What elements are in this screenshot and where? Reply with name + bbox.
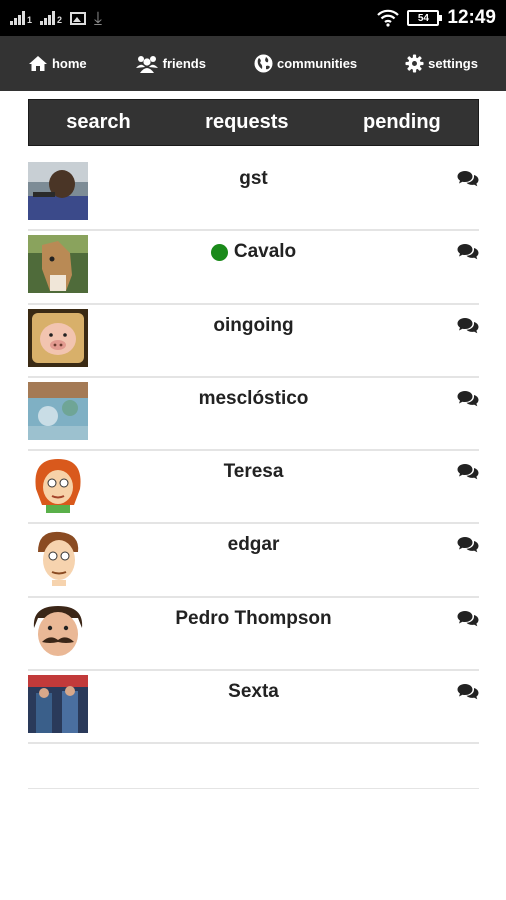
contact-name: Sexta (228, 681, 279, 703)
home-icon (28, 56, 47, 71)
nav-communities[interactable]: communities (254, 54, 357, 73)
list-item[interactable]: Pedro Thompson (28, 598, 479, 672)
battery-icon: 54 (407, 10, 443, 26)
download-icon: ⤓ (94, 8, 102, 28)
nav-home-label: home (51, 56, 87, 71)
chat-icon[interactable] (457, 390, 479, 407)
list-item[interactable]: Cavalo (28, 231, 479, 305)
list-item[interactable]: edgar (28, 524, 479, 598)
signal-label-2: 2 (57, 15, 63, 25)
contact-name: Pedro Thompson (175, 607, 332, 629)
nav-friends[interactable]: friends (135, 54, 206, 74)
chat-icon[interactable] (457, 463, 479, 480)
tab-requests[interactable]: requests (205, 111, 288, 134)
gear-icon (405, 54, 424, 73)
contact-name: edgar (227, 534, 280, 556)
list-item[interactable]: Sexta (28, 671, 479, 745)
nav-friends-label: friends (162, 56, 206, 71)
signal-label-1: 1 (27, 15, 33, 25)
friends-tabs: search requests pending (28, 99, 479, 146)
list-item[interactable]: Teresa (28, 451, 479, 525)
wifi-icon (377, 9, 400, 27)
chat-icon[interactable] (457, 610, 479, 627)
tab-search[interactable]: search (66, 111, 131, 134)
list-item[interactable]: mesclóstico (28, 378, 479, 452)
nav-settings[interactable]: settings (405, 54, 478, 73)
contact-name: oingoing (213, 314, 294, 336)
tab-pending[interactable]: pending (363, 111, 441, 134)
nav-communities-label: communities (276, 56, 358, 71)
chat-icon[interactable] (457, 683, 479, 700)
chat-icon[interactable] (457, 243, 479, 260)
online-status-icon (210, 243, 228, 261)
chat-icon[interactable] (457, 170, 479, 187)
globe-icon (254, 54, 273, 73)
image-notification-icon (70, 11, 87, 25)
contact-name: gst (239, 168, 268, 189)
friends-icon (135, 55, 158, 73)
contact-name: Teresa (223, 461, 284, 483)
friends-list: gst Cavalo oingoing mesclóstico Teresa e… (28, 158, 479, 745)
clock: 12:49 (447, 7, 496, 28)
contact-name: mesclóstico (198, 387, 309, 409)
nav-home[interactable]: home (28, 55, 87, 72)
list-item[interactable]: oingoing (28, 305, 479, 378)
chat-icon[interactable] (457, 317, 479, 334)
status-right: 54 12:49 (377, 7, 496, 29)
contact-name: Cavalo (28, 241, 479, 263)
chat-icon[interactable] (457, 536, 479, 553)
battery-level: 54 (417, 12, 429, 24)
top-nav: home friends communities settings (0, 36, 506, 91)
status-bar: 1 2 ⤓ 54 12:49 (0, 0, 506, 36)
status-left: 1 2 ⤓ (10, 8, 102, 28)
list-item[interactable]: gst (28, 158, 479, 232)
signal-icon-1: 1 (10, 11, 32, 25)
list-divider (28, 788, 479, 789)
signal-icon-2: 2 (40, 11, 62, 25)
nav-settings-label: settings (428, 56, 478, 71)
